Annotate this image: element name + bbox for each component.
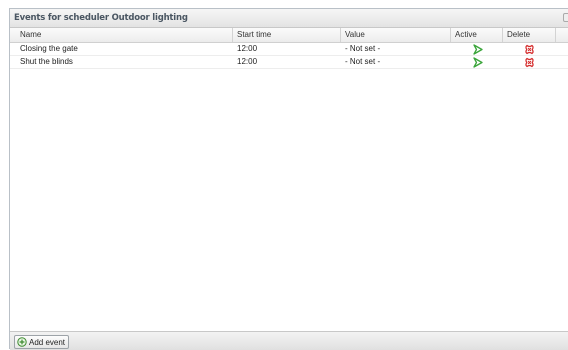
column-header-name[interactable]: Name <box>16 28 233 42</box>
event-rows: Closing the gate 12:00 - Not set - Shut … <box>10 43 568 69</box>
active-toggle[interactable] <box>451 43 503 55</box>
panel-footer-toolbar: Add event <box>10 331 568 350</box>
table-row[interactable]: Closing the gate 12:00 - Not set - <box>10 43 568 56</box>
event-start-time: 12:00 <box>237 44 258 53</box>
event-value: - Not set - <box>345 44 381 53</box>
play-arrow-icon[interactable] <box>472 43 483 55</box>
event-value: - Not set - <box>345 57 381 66</box>
collapse-icon[interactable] <box>563 13 568 22</box>
grid-header: Name Start time Value Active Delete <box>10 28 568 43</box>
column-header-spacer <box>556 28 568 42</box>
column-header-delete[interactable]: Delete <box>503 28 556 42</box>
table-row[interactable]: Shut the blinds 12:00 - Not set - <box>10 56 568 69</box>
active-toggle[interactable] <box>451 56 503 68</box>
panel-title: Events for scheduler Outdoor lighting <box>14 13 188 23</box>
event-start-time: 12:00 <box>237 57 258 66</box>
event-name: Closing the gate <box>20 44 78 53</box>
column-header-value[interactable]: Value <box>341 28 451 42</box>
add-event-label: Add event <box>29 337 66 347</box>
delete-action[interactable] <box>503 56 556 68</box>
scheduler-events-panel: Events for scheduler Outdoor lighting Na… <box>9 8 568 350</box>
delete-icon[interactable] <box>524 57 535 68</box>
column-header-start-time[interactable]: Start time <box>233 28 341 42</box>
play-arrow-icon[interactable] <box>472 56 483 68</box>
panel-header: Events for scheduler Outdoor lighting <box>10 9 568 28</box>
delete-action[interactable] <box>503 43 556 55</box>
add-event-button[interactable]: Add event <box>14 335 70 349</box>
add-circle-icon <box>17 337 27 347</box>
delete-icon[interactable] <box>524 44 535 55</box>
event-name: Shut the blinds <box>20 57 73 66</box>
column-header-active[interactable]: Active <box>451 28 503 42</box>
